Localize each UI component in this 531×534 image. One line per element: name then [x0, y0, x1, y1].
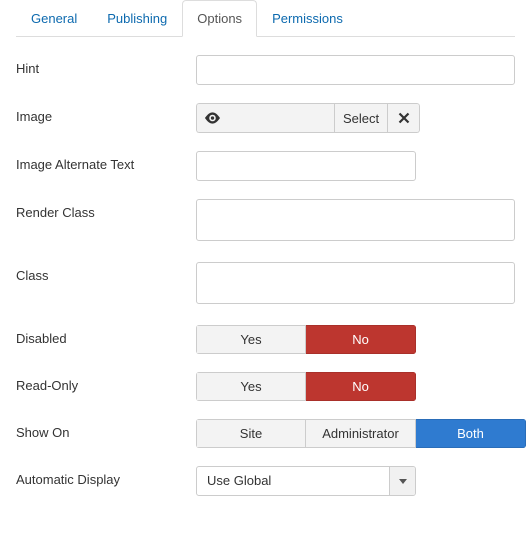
image-label: Image [16, 103, 196, 124]
close-icon[interactable] [388, 103, 420, 133]
render-class-label: Render Class [16, 199, 196, 220]
readonly-label: Read-Only [16, 372, 196, 393]
disabled-label: Disabled [16, 325, 196, 346]
eye-icon[interactable] [196, 103, 228, 133]
readonly-toggle: Yes No [196, 372, 416, 401]
readonly-no-button[interactable]: No [306, 372, 416, 401]
image-select-button[interactable]: Select [334, 103, 388, 133]
showon-label: Show On [16, 419, 196, 440]
tab-bar: General Publishing Options Permissions [16, 0, 515, 37]
image-path-display [228, 103, 334, 133]
tab-publishing[interactable]: Publishing [92, 0, 182, 37]
class-label: Class [16, 262, 196, 283]
showon-admin-button[interactable]: Administrator [306, 419, 416, 448]
showon-site-button[interactable]: Site [196, 419, 306, 448]
showon-both-button[interactable]: Both [416, 419, 526, 448]
hint-input[interactable] [196, 55, 515, 85]
image-alt-label: Image Alternate Text [16, 151, 196, 172]
hint-label: Hint [16, 55, 196, 76]
readonly-yes-button[interactable]: Yes [196, 372, 306, 401]
tab-general[interactable]: General [16, 0, 92, 37]
disabled-no-button[interactable]: No [306, 325, 416, 354]
class-input[interactable] [196, 262, 515, 304]
autodisplay-select[interactable]: Use Global [196, 466, 416, 496]
tab-permissions[interactable]: Permissions [257, 0, 358, 37]
chevron-down-icon [389, 467, 415, 495]
image-alt-input[interactable] [196, 151, 416, 181]
render-class-input[interactable] [196, 199, 515, 241]
image-picker: Select [196, 103, 420, 133]
autodisplay-value: Use Global [197, 467, 389, 495]
autodisplay-label: Automatic Display [16, 466, 196, 487]
disabled-toggle: Yes No [196, 325, 416, 354]
tab-options[interactable]: Options [182, 0, 257, 37]
showon-toggle: Site Administrator Both [196, 419, 526, 448]
disabled-yes-button[interactable]: Yes [196, 325, 306, 354]
